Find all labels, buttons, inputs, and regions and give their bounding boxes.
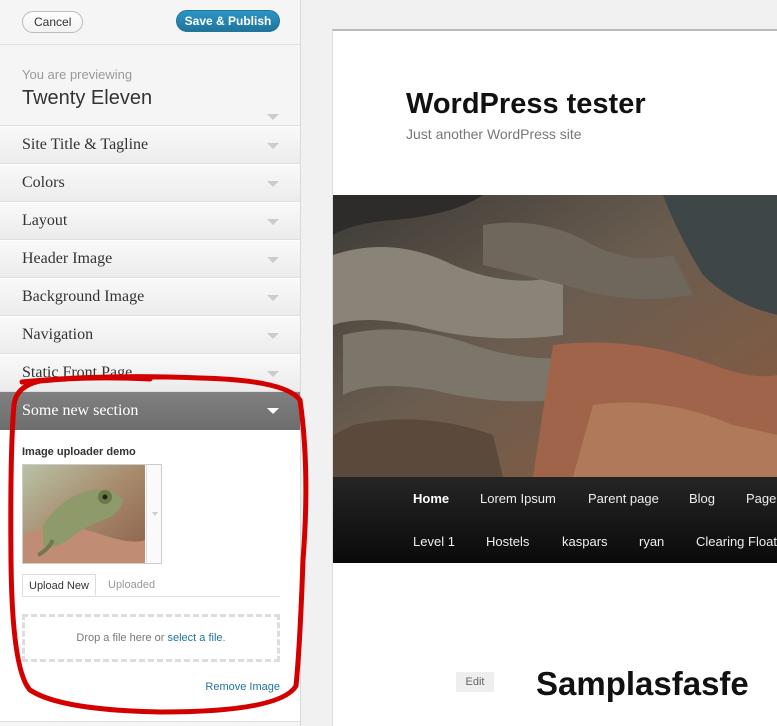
chevron-down-icon: [267, 408, 279, 414]
chevron-down-icon: [267, 295, 279, 301]
section-some-new-section[interactable]: Some new section: [0, 392, 300, 430]
section-site-title[interactable]: Site Title & Tagline: [0, 126, 300, 164]
main-nav: Home Lorem Ipsum Parent page Blog Page L…: [333, 477, 777, 563]
nav-item-hostels[interactable]: Hostels: [486, 534, 529, 549]
save-publish-button[interactable]: Save & Publish: [176, 10, 280, 32]
section-label: Header Image: [22, 250, 113, 267]
customizer-sidebar: Cancel Save & Publish You are previewing…: [0, 0, 301, 726]
cancel-button[interactable]: Cancel: [22, 11, 84, 33]
chevron-down-icon: [267, 333, 279, 339]
customizer-header: Cancel Save & Publish: [0, 0, 300, 45]
chevron-down-icon: [267, 181, 279, 187]
nav-item-level-1[interactable]: Level 1: [413, 534, 455, 549]
header-image: [333, 195, 777, 477]
image-select[interactable]: [22, 464, 162, 564]
section-label: Site Title & Tagline: [22, 136, 149, 153]
site-tagline: Just another WordPress site: [406, 126, 582, 142]
section-layout[interactable]: Layout: [0, 202, 300, 240]
section-label: Static Front Page: [22, 364, 133, 381]
nav-item-parent-page[interactable]: Parent page: [588, 491, 659, 506]
image-select-toggle[interactable]: [146, 465, 161, 563]
nav-item-page[interactable]: Page: [746, 491, 776, 506]
nav-item-kaspars[interactable]: kaspars: [562, 534, 608, 549]
tab-uploaded[interactable]: Uploaded: [102, 574, 161, 596]
chevron-down-icon: [267, 114, 279, 120]
chevron-down-icon: [267, 219, 279, 225]
edit-button[interactable]: Edit: [456, 672, 494, 692]
nav-item-blog[interactable]: Blog: [689, 491, 715, 506]
drop-suffix: .: [222, 632, 226, 644]
section-background-image[interactable]: Background Image: [0, 278, 300, 316]
section-navigation[interactable]: Navigation: [0, 316, 300, 354]
tab-upload-new[interactable]: Upload New: [22, 574, 96, 596]
chevron-down-icon: [267, 143, 279, 149]
nav-item-lorem-ipsum[interactable]: Lorem Ipsum: [480, 491, 556, 506]
chevron-down-icon: [267, 257, 279, 263]
section-content: Image uploader demo Upload New Uploaded …: [0, 430, 300, 722]
section-label: Layout: [22, 212, 68, 229]
theme-name: Twenty Eleven: [22, 87, 153, 109]
section-header-image[interactable]: Header Image: [0, 240, 300, 278]
chevron-down-icon: [152, 512, 158, 516]
post-title[interactable]: Samplasfasfe: [536, 665, 749, 703]
nav-item-ryan[interactable]: ryan: [639, 534, 664, 549]
drop-text: Drop a file here or: [76, 632, 168, 644]
previewing-label: You are previewing: [22, 67, 133, 82]
upload-tabs: Upload New Uploaded: [22, 574, 280, 597]
chevron-down-icon: [267, 371, 279, 377]
site-preview: WordPress tester Just another WordPress …: [332, 29, 777, 726]
nav-item-home[interactable]: Home: [413, 491, 449, 506]
section-label: Colors: [22, 174, 65, 191]
uploader-title: Image uploader demo: [22, 446, 136, 458]
nav-item-clearing-floats[interactable]: Clearing Floats: [696, 534, 777, 549]
drop-zone[interactable]: Drop a file here or select a file.: [22, 614, 280, 662]
chameleon-thumbnail: [23, 465, 145, 563]
site-title[interactable]: WordPress tester: [406, 88, 646, 121]
select-file-link[interactable]: select a file: [168, 632, 223, 644]
section-static-front-page[interactable]: Static Front Page: [0, 354, 300, 392]
remove-image-link[interactable]: Remove Image: [205, 681, 280, 693]
section-colors[interactable]: Colors: [0, 164, 300, 202]
section-label: Navigation: [22, 326, 94, 343]
section-label: Background Image: [22, 288, 145, 305]
section-label: Some new section: [22, 402, 139, 419]
theme-info[interactable]: You are previewing Twenty Eleven: [0, 45, 300, 126]
